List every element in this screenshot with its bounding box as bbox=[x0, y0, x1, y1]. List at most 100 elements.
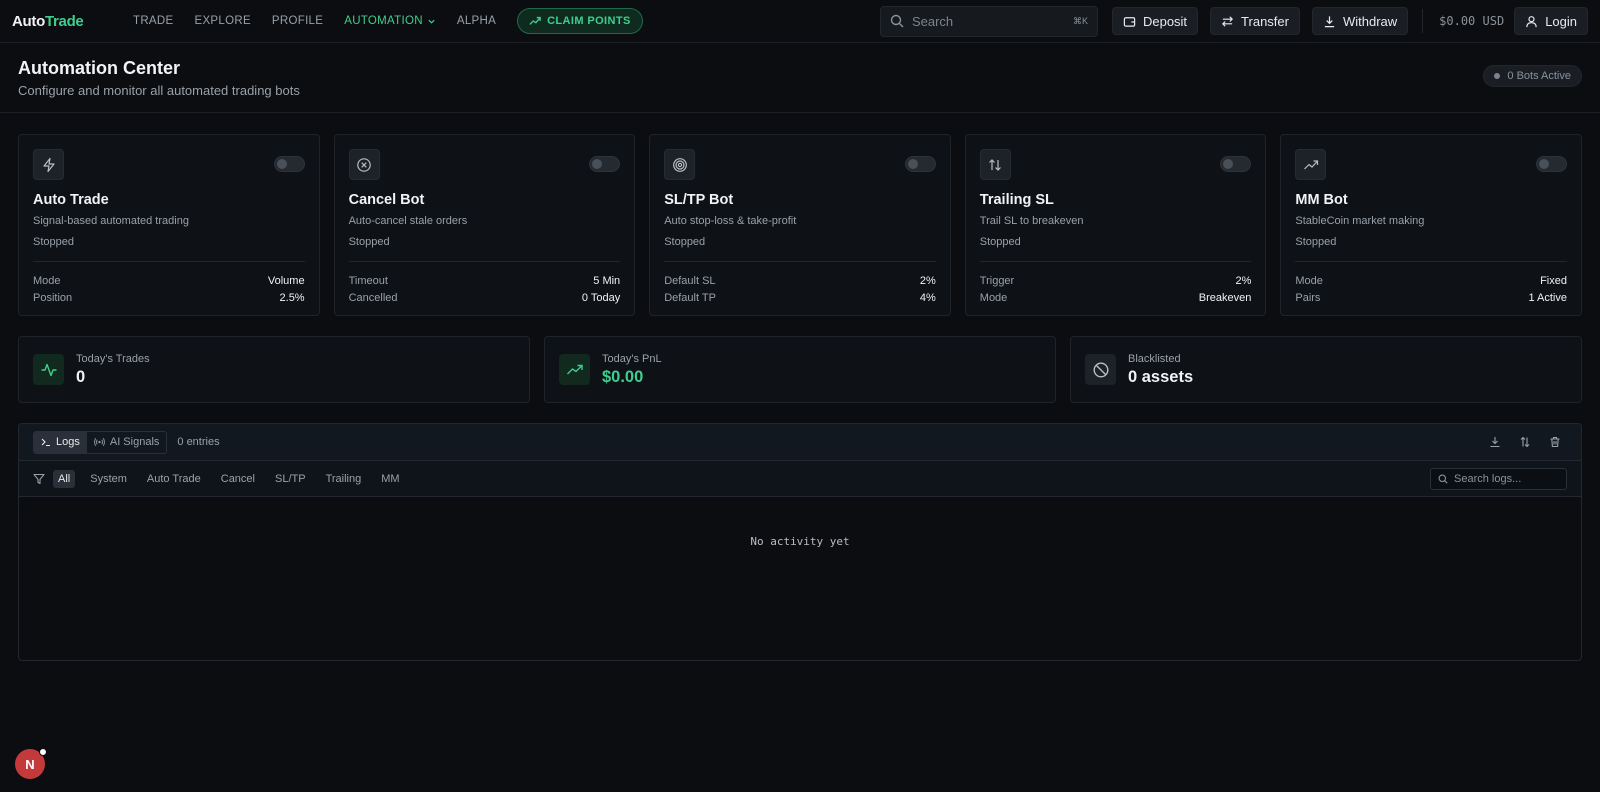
bot-setting-row: Mode Breakeven bbox=[980, 289, 1252, 306]
log-actions bbox=[1489, 436, 1567, 448]
stat-value: 0 assets bbox=[1128, 367, 1194, 386]
transfer-button[interactable]: Transfer bbox=[1210, 7, 1300, 35]
claim-points-button[interactable]: CLAIM POINTS bbox=[517, 8, 643, 34]
divider bbox=[33, 261, 305, 262]
nav-link-explore[interactable]: EXPLORE bbox=[194, 15, 250, 27]
brand-logo[interactable]: AutoTrade bbox=[12, 13, 133, 30]
bot-setting-row: Default TP 4% bbox=[664, 289, 936, 306]
setting-label: Default TP bbox=[664, 291, 716, 304]
nav-link-profile[interactable]: PROFILE bbox=[272, 15, 323, 27]
stat-label: Today's Trades bbox=[76, 352, 150, 365]
filter-chip-auto-trade[interactable]: Auto Trade bbox=[142, 470, 206, 488]
toggle-knob bbox=[1223, 159, 1234, 169]
filter-chip-sltp[interactable]: SL/TP bbox=[270, 470, 311, 488]
divider bbox=[1295, 261, 1567, 262]
bot-name: Auto Trade bbox=[33, 192, 109, 208]
brand-part-2: Trade bbox=[44, 12, 84, 30]
sltp-bot-toggle[interactable] bbox=[904, 156, 936, 172]
log-panel-header: Logs AI Signals 0 entries bbox=[19, 424, 1581, 461]
filter-chip-trailing[interactable]: Trailing bbox=[321, 470, 367, 488]
deposit-button[interactable]: Deposit bbox=[1111, 7, 1199, 35]
bot-setting-row: Timeout 5 Min bbox=[349, 272, 621, 289]
trash-icon[interactable] bbox=[1549, 436, 1561, 448]
stat-todays-trades: Today's Trades 0 bbox=[18, 336, 530, 403]
trending-up-icon bbox=[529, 16, 541, 25]
withdraw-button[interactable]: Withdraw bbox=[1311, 7, 1409, 35]
login-button[interactable]: Login bbox=[1514, 7, 1588, 35]
setting-label: Pairs bbox=[1295, 291, 1321, 304]
brand-part-1: Auto bbox=[12, 12, 45, 30]
filter-chip-cancel[interactable]: Cancel bbox=[216, 470, 260, 488]
bot-card-cancel-bot: Cancel Bot Auto-cancel stale orders Stop… bbox=[333, 134, 636, 316]
bot-cards: Auto Trade Signal-based automated tradin… bbox=[0, 113, 1600, 316]
withdraw-label: Withdraw bbox=[1342, 13, 1398, 29]
up-down-arrows-icon bbox=[979, 149, 1011, 180]
stat-value: 0 bbox=[76, 367, 86, 386]
tab-ai-signals[interactable]: AI Signals bbox=[87, 432, 167, 453]
setting-label: Mode bbox=[1295, 274, 1323, 287]
trailing-sl-toggle[interactable] bbox=[1220, 156, 1252, 172]
setting-label: Default SL bbox=[664, 274, 716, 287]
chevron-down-icon bbox=[428, 19, 435, 24]
filter-chip-system[interactable]: System bbox=[85, 470, 132, 488]
claim-points-label: CLAIM POINTS bbox=[547, 15, 631, 27]
setting-value: 1 Active bbox=[1528, 291, 1567, 304]
deposit-label: Deposit bbox=[1142, 13, 1188, 29]
search-icon bbox=[890, 14, 904, 28]
page-header: Automation Center Configure and monitor … bbox=[0, 43, 1600, 113]
setting-value: Breakeven bbox=[1198, 291, 1252, 304]
nav-links: TRADE EXPLORE PROFILE AUTOMATION ALPHA bbox=[133, 15, 517, 27]
bot-description: Auto stop-loss & take-profit bbox=[664, 215, 797, 227]
trending-up-icon bbox=[559, 354, 590, 385]
top-right-actions: Search ⌘K Deposit Transfer Withdraw $0.0… bbox=[879, 5, 1588, 37]
cancel-bot-toggle[interactable] bbox=[589, 156, 621, 172]
nav-link-alpha[interactable]: ALPHA bbox=[457, 15, 496, 27]
global-search-input[interactable]: Search ⌘K bbox=[879, 5, 1098, 37]
trending-up-icon bbox=[1295, 149, 1327, 180]
page-subtitle: Configure and monitor all automated trad… bbox=[18, 83, 300, 98]
bot-setting-row: Position 2.5% bbox=[33, 289, 305, 306]
nav-link-trade[interactable]: TRADE bbox=[133, 15, 173, 27]
wallet-icon bbox=[1123, 16, 1136, 27]
setting-value: 5 Min bbox=[593, 274, 621, 287]
tab-logs[interactable]: Logs bbox=[34, 431, 87, 453]
log-search-input[interactable]: Search logs... bbox=[1430, 467, 1567, 490]
bot-setting-row: Trigger 2% bbox=[980, 272, 1252, 289]
bot-name: Cancel Bot bbox=[348, 192, 425, 208]
setting-label: Position bbox=[33, 291, 73, 304]
tab-label: Logs bbox=[56, 436, 80, 448]
bot-description: Trail SL to breakeven bbox=[979, 215, 1084, 227]
stat-value: $0.00 bbox=[602, 367, 644, 386]
tab-label: AI Signals bbox=[109, 436, 160, 448]
setting-value: 2% bbox=[919, 274, 936, 287]
log-filter-bar: All System Auto Trade Cancel SL/TP Trail… bbox=[19, 461, 1581, 497]
cancel-circle-icon bbox=[348, 149, 380, 180]
bots-active-badge: 0 Bots Active bbox=[1483, 65, 1582, 87]
nav-link-automation-label: AUTOMATION bbox=[344, 15, 423, 27]
setting-value: 2.5% bbox=[279, 291, 305, 304]
log-filter-chips: All System Auto Trade Cancel SL/TP Trail… bbox=[53, 469, 409, 488]
bot-setting-row: Cancelled 0 Today bbox=[349, 289, 621, 306]
filter-chip-mm[interactable]: MM bbox=[376, 470, 404, 488]
notification-avatar-button[interactable]: N bbox=[15, 748, 47, 779]
download-icon[interactable] bbox=[1489, 436, 1501, 448]
download-icon bbox=[1324, 15, 1335, 27]
mm-bot-toggle[interactable] bbox=[1535, 156, 1567, 172]
bots-active-label: 0 Bots Active bbox=[1507, 70, 1571, 82]
empty-state-message: No activity yet bbox=[750, 535, 850, 548]
setting-label: Timeout bbox=[348, 274, 388, 287]
filter-chip-all[interactable]: All bbox=[53, 469, 76, 488]
setting-value: Fixed bbox=[1540, 274, 1567, 287]
auto-trade-toggle[interactable] bbox=[273, 156, 305, 172]
sort-icon[interactable] bbox=[1519, 436, 1531, 448]
ban-icon bbox=[1085, 354, 1116, 385]
transfer-arrows-icon bbox=[1222, 15, 1234, 27]
login-label: Login bbox=[1545, 13, 1577, 29]
bot-card-auto-trade: Auto Trade Signal-based automated tradin… bbox=[18, 134, 320, 316]
bot-setting-row: Mode Volume bbox=[33, 272, 305, 289]
bot-name: MM Bot bbox=[1295, 192, 1348, 208]
transfer-label: Transfer bbox=[1241, 13, 1289, 29]
setting-value: Volume bbox=[267, 274, 305, 287]
nav-link-automation[interactable]: AUTOMATION bbox=[344, 15, 436, 27]
page-title: Automation Center bbox=[18, 58, 180, 78]
